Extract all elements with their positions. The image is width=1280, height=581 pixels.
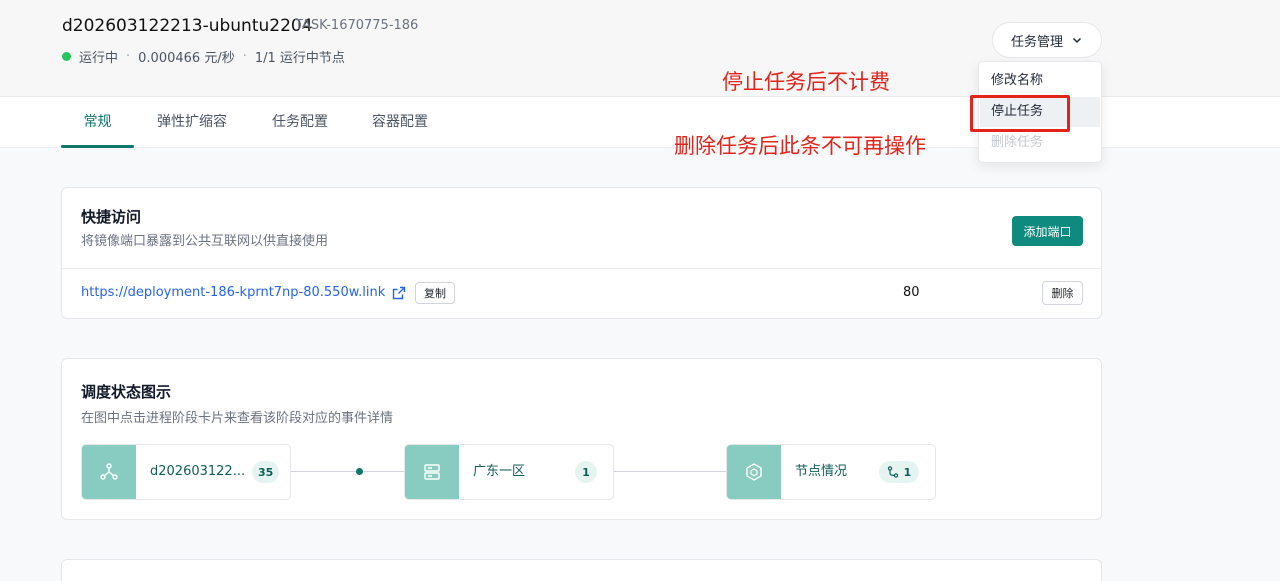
schedule-card: 调度状态图示 在图中点击进程阶段卡片来查看该阶段对应的事件详情 d2026031… bbox=[61, 358, 1102, 520]
task-id: TASK-1670775-186 bbox=[295, 18, 419, 33]
stage-label: 广东一区 bbox=[473, 464, 526, 479]
schedule-title: 调度状态图示 bbox=[81, 383, 172, 401]
quick-access-title: 快捷访问 bbox=[81, 208, 142, 226]
price-text: 0.000466 元/秒 bbox=[138, 51, 235, 66]
node-icon bbox=[727, 445, 781, 499]
stage-card-nodes[interactable]: 节点情况 1 bbox=[726, 444, 936, 500]
tab-container-config[interactable]: 容器配置 bbox=[362, 97, 438, 148]
add-port-button[interactable]: 添加端口 bbox=[1012, 216, 1083, 246]
menu-item-delete-task: 删除任务 bbox=[991, 135, 1044, 150]
task-management-label: 任务管理 bbox=[1010, 34, 1063, 50]
tab-task-config[interactable]: 任务配置 bbox=[262, 97, 338, 148]
route-icon bbox=[887, 466, 898, 478]
menu-item-rename[interactable]: 修改名称 bbox=[980, 66, 1100, 96]
delete-port-button[interactable]: 删除 bbox=[1042, 281, 1083, 305]
nodes-text: 1/1 运行中节点 bbox=[254, 51, 345, 66]
tab-general[interactable]: 常规 bbox=[61, 97, 134, 148]
stage-badge: 35 bbox=[252, 461, 280, 483]
connector-dot bbox=[356, 468, 363, 475]
hub-icon bbox=[82, 445, 136, 499]
next-card bbox=[61, 559, 1102, 581]
annotation-delete-note: 删除任务后此条不可再操作 bbox=[674, 134, 926, 158]
quick-access-card: 快捷访问 将镜像端口暴露到公共互联网以供直接使用 添加端口 https://de… bbox=[61, 187, 1102, 319]
schedule-subtitle: 在图中点击进程阶段卡片来查看该阶段对应的事件详情 bbox=[81, 411, 394, 426]
external-link-icon[interactable] bbox=[392, 286, 406, 300]
status-row: 运行中 · 0.000466 元/秒 · 1/1 运行中节点 bbox=[62, 47, 345, 66]
stage-card-region[interactable]: 广东一区 1 bbox=[404, 444, 614, 500]
separator: · bbox=[126, 49, 131, 64]
task-title: d202603122213-ubuntu2204 bbox=[62, 16, 313, 36]
stage-label: d202603122... bbox=[150, 464, 246, 479]
status-text: 运行中 bbox=[79, 51, 119, 66]
running-status-dot-icon bbox=[62, 52, 71, 61]
chevron-down-icon bbox=[1071, 34, 1083, 46]
server-icon bbox=[405, 445, 459, 499]
annotation-highlight-box bbox=[970, 95, 1070, 132]
port-link[interactable]: https://deployment-186-kprnt7np-80.550w.… bbox=[81, 285, 385, 300]
stage-badge: 1 bbox=[879, 461, 919, 483]
task-management-button[interactable]: 任务管理 bbox=[992, 22, 1102, 58]
connector-line bbox=[291, 471, 405, 472]
annotation-stop-note: 停止任务后不计费 bbox=[722, 70, 890, 94]
stage-card-deployment[interactable]: d202603122... 35 bbox=[81, 444, 291, 500]
tab-autoscaling[interactable]: 弹性扩缩容 bbox=[150, 97, 234, 148]
stage-badge-count: 1 bbox=[903, 465, 912, 479]
connector-line bbox=[613, 471, 727, 472]
port-number: 80 bbox=[903, 285, 920, 300]
stage-label: 节点情况 bbox=[795, 464, 848, 479]
separator: · bbox=[242, 49, 247, 64]
divider bbox=[62, 268, 1101, 269]
stage-badge: 1 bbox=[575, 461, 597, 483]
quick-access-subtitle: 将镜像端口暴露到公共互联网以供直接使用 bbox=[81, 234, 329, 249]
copy-button[interactable]: 复制 bbox=[415, 282, 455, 304]
